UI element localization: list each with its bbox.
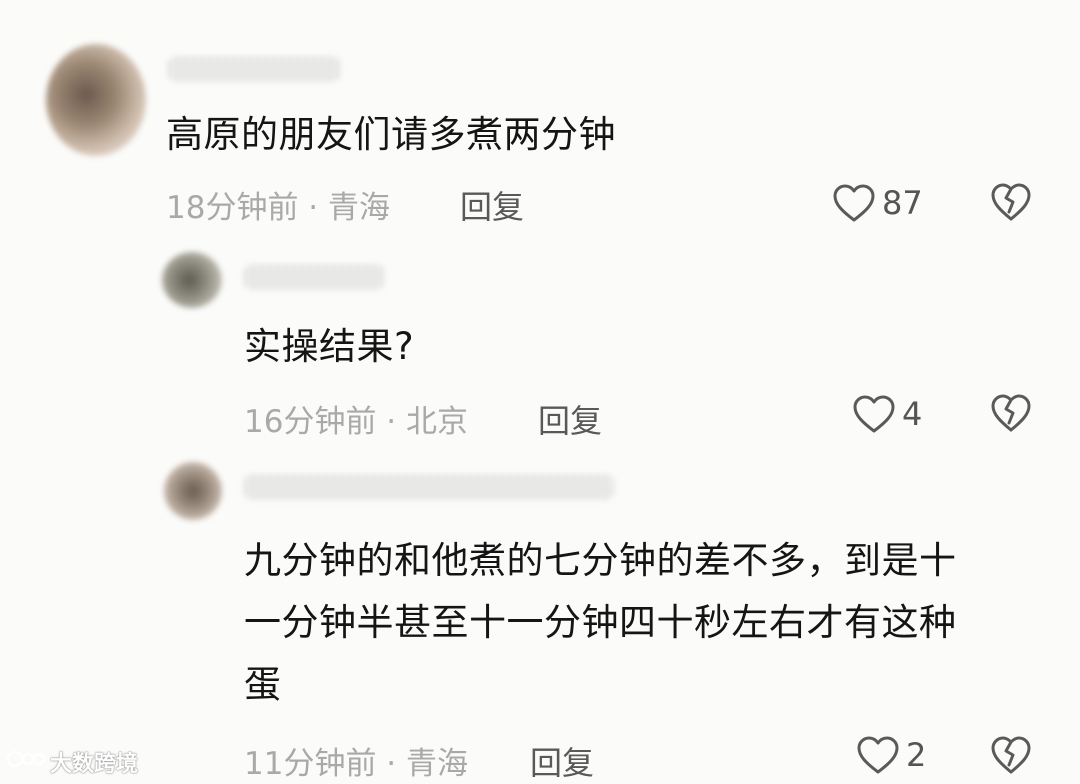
avatar[interactable] bbox=[162, 252, 222, 308]
broken-heart-icon bbox=[990, 393, 1032, 433]
reply-button[interactable]: 回复 bbox=[530, 738, 594, 784]
weibo-logo-icon bbox=[6, 747, 46, 777]
meta-separator: · bbox=[376, 746, 407, 782]
avatar[interactable] bbox=[164, 462, 222, 520]
comment-text: 高原的朋友们请多煮两分钟 bbox=[166, 113, 616, 156]
heart-icon bbox=[852, 394, 896, 434]
comment-text-line: 蛋 bbox=[244, 663, 282, 706]
comment-time: 11分钟前 bbox=[244, 746, 377, 782]
watermark: 大数跨境 bbox=[6, 746, 138, 778]
username-blurred[interactable] bbox=[244, 264, 384, 290]
heart-icon bbox=[832, 183, 876, 223]
comment-location: 青海 bbox=[406, 746, 469, 782]
like-count: 4 bbox=[902, 395, 923, 433]
comment-time: 18分钟前 bbox=[166, 190, 299, 226]
dislike-button[interactable] bbox=[990, 393, 1032, 433]
username-blurred[interactable] bbox=[244, 474, 614, 500]
reply-button[interactable]: 回复 bbox=[538, 396, 602, 442]
comment-location: 北京 bbox=[406, 404, 469, 440]
meta-separator: · bbox=[298, 190, 329, 226]
comment-text: 实操结果? bbox=[244, 325, 415, 368]
comment-meta: 18分钟前 · 青海 bbox=[166, 182, 390, 227]
comment-text-line: 九分钟的和他煮的七分钟的差不多，到是十 bbox=[244, 539, 957, 582]
like-button[interactable]: 2 bbox=[856, 735, 926, 775]
like-count: 87 bbox=[882, 184, 923, 222]
comment-meta: 11分钟前 · 青海 bbox=[244, 738, 468, 783]
comment-time: 16分钟前 bbox=[244, 404, 377, 440]
comment-text: 九分钟的和他煮的七分钟的差不多，到是十 一分钟半甚至十一分钟四十秒左右才有这种 … bbox=[244, 530, 1064, 716]
meta-separator: · bbox=[376, 404, 407, 440]
reply-button[interactable]: 回复 bbox=[460, 182, 524, 228]
comment-location: 青海 bbox=[328, 190, 391, 226]
like-button[interactable]: 4 bbox=[852, 394, 922, 434]
broken-heart-icon bbox=[990, 735, 1032, 775]
avatar[interactable] bbox=[46, 44, 146, 156]
like-count: 2 bbox=[906, 736, 927, 774]
username-blurred[interactable] bbox=[168, 56, 340, 82]
dislike-button[interactable] bbox=[990, 735, 1032, 775]
heart-icon bbox=[856, 735, 900, 775]
watermark-text: 大数跨境 bbox=[50, 752, 139, 777]
comment-meta: 16分钟前 · 北京 bbox=[244, 396, 468, 441]
dislike-button[interactable] bbox=[990, 182, 1032, 222]
like-button[interactable]: 87 bbox=[832, 183, 923, 223]
broken-heart-icon bbox=[990, 182, 1032, 222]
comment-text-line: 一分钟半甚至十一分钟四十秒左右才有这种 bbox=[244, 601, 957, 644]
